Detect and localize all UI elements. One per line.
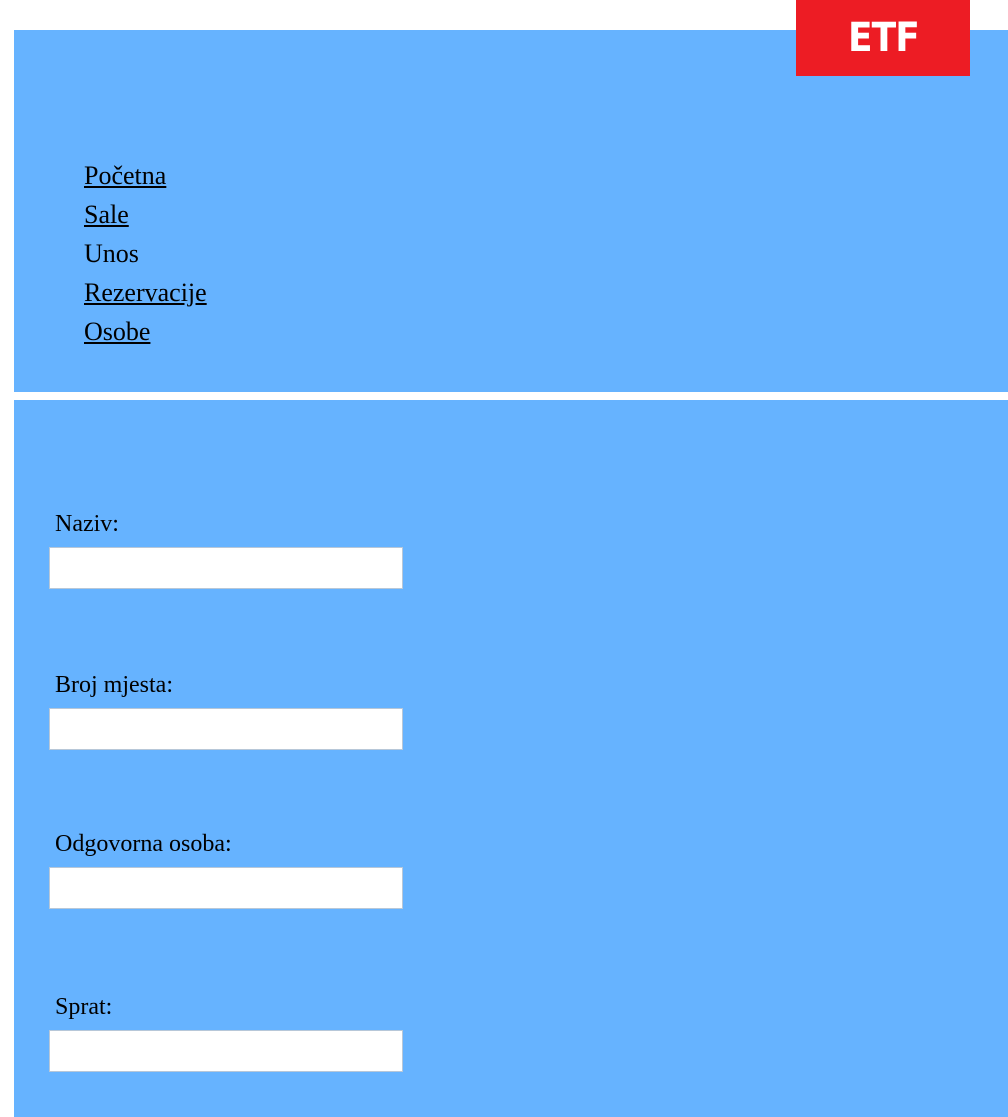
broj-mjesta-input[interactable]	[49, 708, 403, 750]
nav-link-pocetna[interactable]: Početna	[84, 161, 166, 190]
nav-link-sale[interactable]: Sale	[84, 200, 129, 229]
nav-link-osobe[interactable]: Osobe	[84, 317, 150, 346]
broj-mjesta-label: Broj mjesta:	[55, 672, 173, 698]
sprat-input[interactable]	[49, 1030, 403, 1072]
main-nav: Početna Sale Unos Rezervacije Osobe	[84, 156, 207, 351]
page: ETF Početna Sale Unos Rezervacije Osobe …	[0, 0, 1008, 1117]
nav-item-pocetna: Početna	[84, 156, 207, 195]
entry-form: Naziv: Broj mjesta: Odgovorna osoba: Spr…	[14, 400, 1008, 1117]
nav-item-osobe: Osobe	[84, 312, 207, 351]
etf-logo: ETF	[796, 0, 970, 76]
nav-link-rezervacije[interactable]: Rezervacije	[84, 278, 207, 307]
sprat-label: Sprat:	[55, 994, 113, 1020]
naziv-label: Naziv:	[55, 511, 119, 537]
nav-current-unos: Unos	[84, 239, 139, 268]
nav-item-unos: Unos	[84, 234, 207, 273]
naziv-input[interactable]	[49, 547, 403, 589]
odgovorna-osoba-label: Odgovorna osoba:	[55, 831, 232, 857]
header: Početna Sale Unos Rezervacije Osobe	[14, 30, 1008, 392]
odgovorna-osoba-input[interactable]	[49, 867, 403, 909]
logo-text: ETF	[847, 15, 919, 61]
nav-item-sale: Sale	[84, 195, 207, 234]
nav-item-rezervacije: Rezervacije	[84, 273, 207, 312]
